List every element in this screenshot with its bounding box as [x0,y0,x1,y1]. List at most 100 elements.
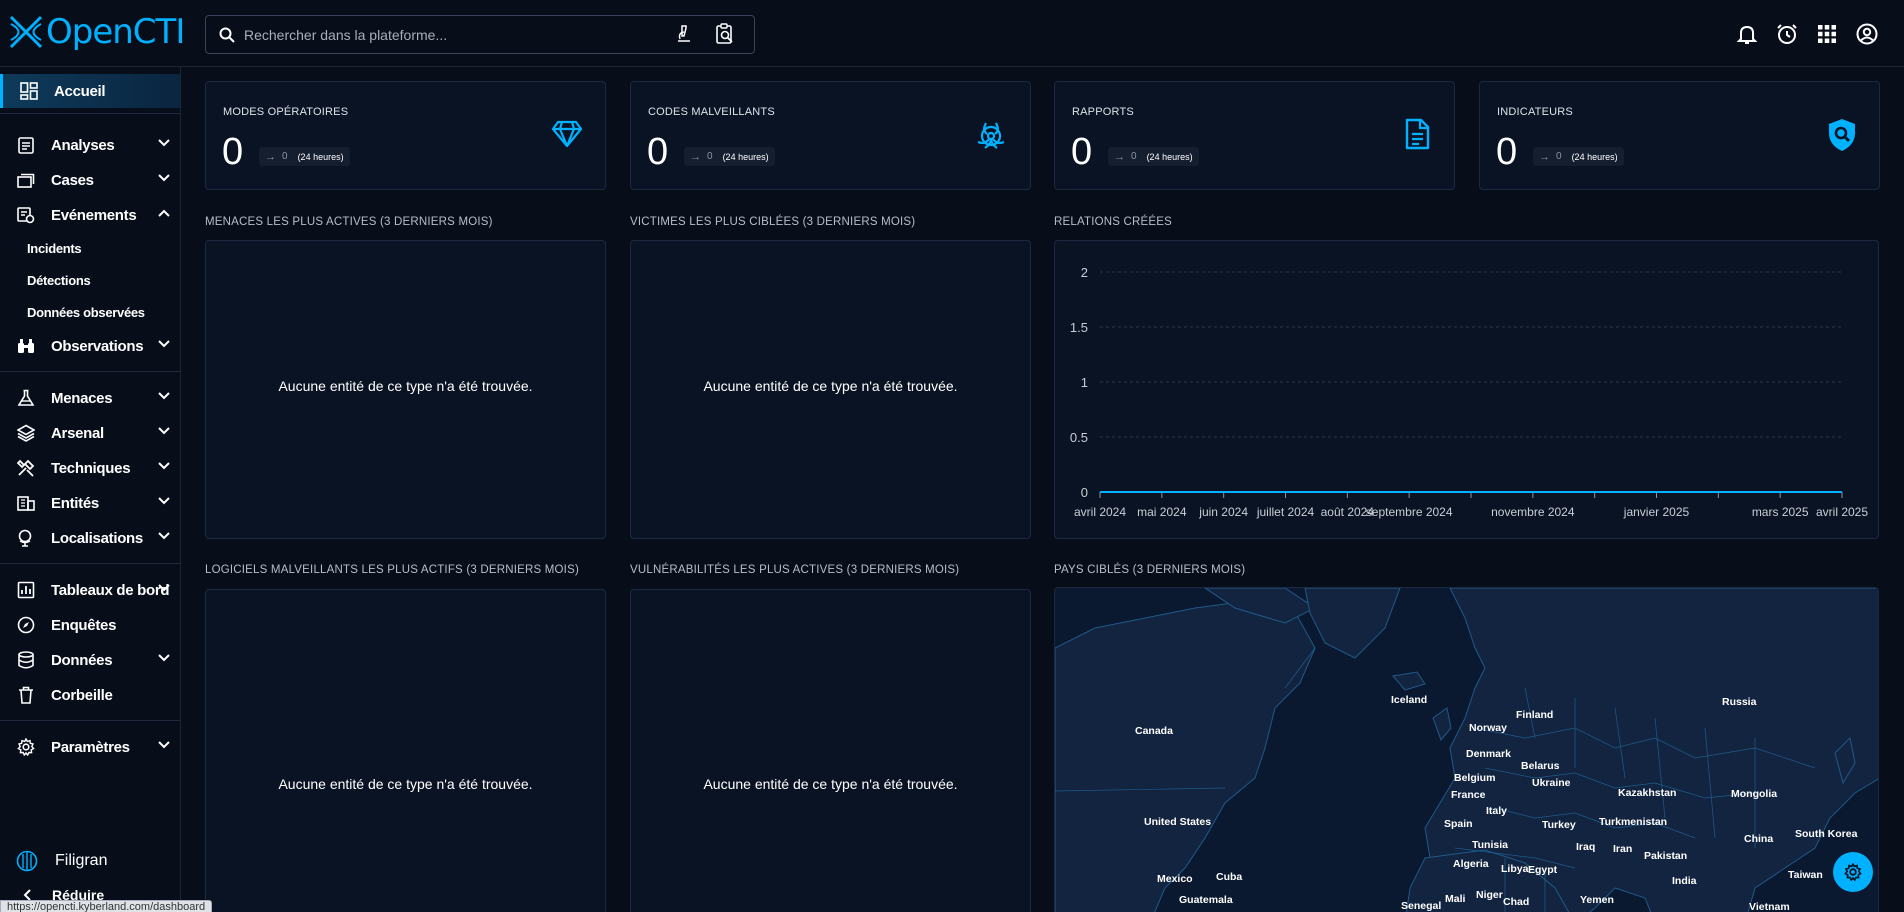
floating-settings-button[interactable] [1833,852,1873,892]
divider [0,113,180,114]
document-icon [1405,118,1430,150]
app-name: OpenCTI [46,12,185,52]
sidebar-item-label: Corbeille [51,687,113,704]
map-country-label: Chad [1503,896,1530,908]
top-bar: OpenCTI [0,0,1904,67]
sidebar-item-localisations[interactable]: Localisations [0,521,180,555]
sidebar: Accueil Analyses Cases Evénements Incide… [0,67,181,912]
y-tick-label: 1.5 [1070,320,1088,335]
database-icon [18,651,34,669]
map-country-label: Belarus [1521,760,1560,772]
dashboard-icon [20,82,38,100]
map-country-label: Canada [1135,725,1173,737]
delta-period: (24 heures) [1571,151,1618,162]
alarm-clock-icon[interactable] [1775,22,1799,46]
stat-card-rapports[interactable]: RAPPORTS 0 → 0 (24 heures) [1054,81,1455,190]
map-country-label: South Korea [1795,828,1858,840]
gear-icon [17,738,35,756]
opencti-logo[interactable]: OpenCTI [8,12,185,52]
stat-card-indicateurs[interactable]: INDICATEURS 0 → 0 (24 heures) [1479,81,1880,190]
chevron-down-icon [158,340,170,348]
microscope-icon[interactable] [674,24,694,44]
stat-title: RAPPORTS [1072,106,1134,118]
panel-victims: Aucune entité de ce type n'a été trouvée… [630,240,1031,539]
map-country-label: Mexico [1157,873,1193,885]
map-country-label: Norway [1469,722,1507,734]
trash-icon [19,686,33,704]
map-country-label: Niger [1476,889,1503,901]
map-country-label: Vietnam [1749,901,1790,912]
sidebar-subitem-donnees-observees[interactable]: Données observées [27,305,145,320]
map-country-label: Ukraine [1532,777,1571,789]
cases-icon [17,173,35,188]
layers-icon [17,424,35,442]
bell-icon[interactable] [1735,22,1759,46]
sidebar-item-label: Données [51,652,113,669]
arrow-right-icon: → [265,150,276,163]
panel-countries-map[interactable]: Canada Iceland Finland Russia Norway Denmark B… [1054,587,1879,912]
gear-icon [1844,863,1862,881]
sidebar-item-tableaux-de-bord[interactable]: Tableaux de bord [0,573,180,607]
entities-icon [17,496,35,511]
search-bar[interactable] [205,15,755,54]
search-icon [219,27,235,43]
apps-grid-icon[interactable] [1815,22,1839,46]
delta-value: 0 [1131,151,1137,162]
stat-value: 0 [1071,131,1093,173]
biohazard-icon [977,122,1005,149]
sidebar-item-label: Analyses [51,137,115,154]
empty-message: Aucune entité de ce type n'a été trouvée… [703,378,958,394]
sidebar-subitem-detections[interactable]: Détections [27,273,91,288]
map-country-label: Cuba [1216,871,1243,883]
filigran-brand[interactable]: Filigran [16,850,107,872]
empty-message: Aucune entité de ce type n'a été trouvée… [278,378,533,394]
map-country-label: France [1451,789,1486,801]
sidebar-item-enquetes[interactable]: Enquêtes [0,608,180,642]
chevron-down-icon [158,584,170,592]
delta-value: 0 [282,151,288,162]
stat-card-codes-malveillants[interactable]: CODES MALVEILLANTS 0 → 0 (24 heures) [630,81,1031,190]
section-title-victims: VICTIMES LES PLUS CIBLÉES (3 DERNIERS MO… [630,216,916,228]
y-tick-label: 2 [1081,265,1088,280]
diamond-icon [551,120,583,148]
sidebar-subitem-incidents[interactable]: Incidents [27,241,82,256]
section-title-threats: MENACES LES PLUS ACTIVES (3 DERNIERS MOI… [205,216,493,228]
arrow-right-icon: → [1114,150,1125,163]
sidebar-item-arsenal[interactable]: Arsenal [0,416,180,450]
delta-period: (24 heures) [297,151,344,162]
sidebar-item-entites[interactable]: Entités [0,486,180,520]
search-input[interactable] [244,16,664,53]
map-country-label: Russia [1722,696,1757,708]
map-country-label: Iceland [1391,694,1428,706]
sidebar-item-parametres[interactable]: Paramètres [0,730,180,764]
sidebar-item-cases[interactable]: Cases [0,163,180,197]
stat-delta: → 0 (24 heures) [1108,147,1199,166]
sidebar-item-evenements[interactable]: Evénements [0,198,180,232]
sidebar-item-accueil[interactable]: Accueil [0,74,180,108]
chevron-down-icon [158,497,170,505]
x-tick-label: janvier 2025 [1623,505,1690,519]
y-tick-label: 0.5 [1070,430,1088,445]
flask-icon [17,389,35,406]
map-country-label: India [1672,875,1697,887]
stat-value: 0 [222,131,244,173]
sidebar-item-techniques[interactable]: Techniques [0,451,180,485]
sidebar-item-menaces[interactable]: Menaces [0,381,180,415]
account-circle-icon[interactable] [1855,22,1879,46]
sidebar-item-observations[interactable]: Observations [0,329,180,363]
chevron-down-icon [158,532,170,540]
sidebar-item-analyses[interactable]: Analyses [0,128,180,162]
sidebar-item-corbeille[interactable]: Corbeille [0,678,180,712]
clipboard-search-icon[interactable] [714,23,736,45]
sidebar-item-donnees[interactable]: Données [0,643,180,677]
x-tick-label: avril 2024 [1074,505,1126,519]
map-country-label: China [1744,833,1774,845]
stat-card-modes-operatoires[interactable]: MODES OPÉRATOIRES 0 → 0 (24 heures) [205,81,606,190]
stat-value: 0 [647,131,669,173]
map-country-label: Yemen [1580,894,1614,906]
opencti-logo-icon [9,15,43,49]
panel-malware: Aucune entité de ce type n'a été trouvée… [205,589,606,912]
panel-threats: Aucune entité de ce type n'a été trouvée… [205,240,606,539]
stat-title: CODES MALVEILLANTS [648,106,775,118]
sidebar-item-label: Paramètres [51,739,130,756]
